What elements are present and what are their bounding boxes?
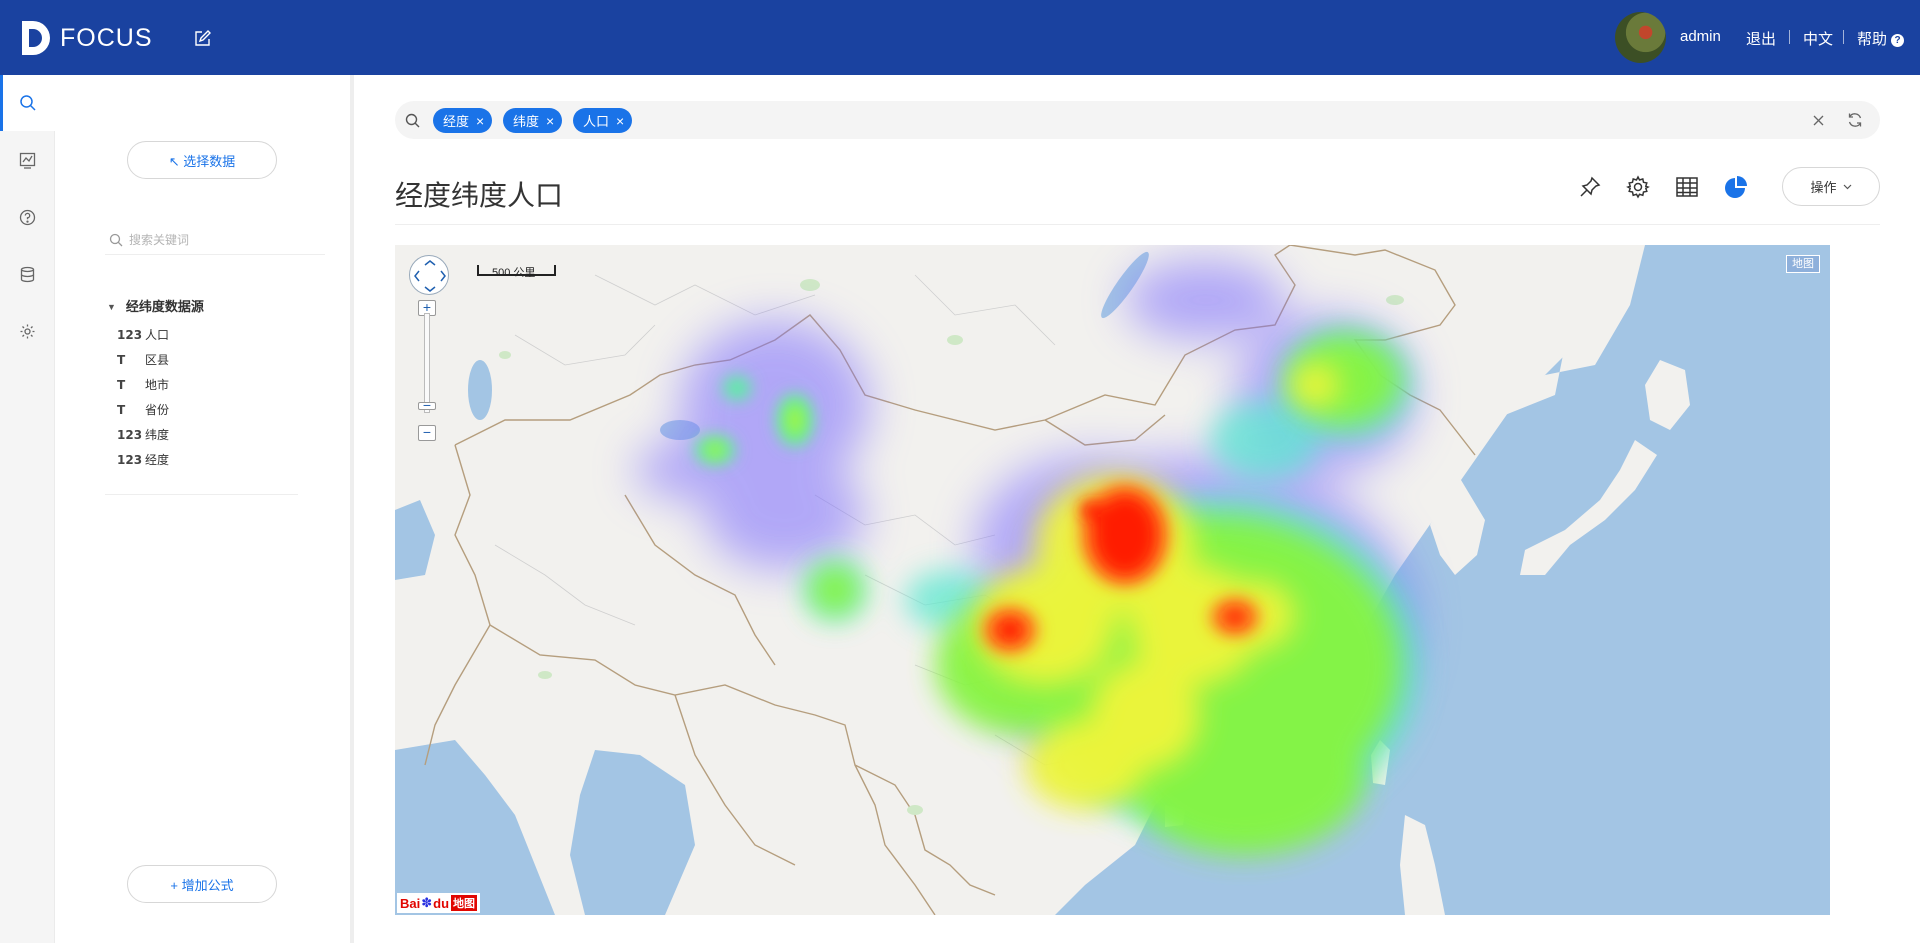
add-formula-button[interactable]: + 增加公式 [127, 865, 277, 903]
close-icon[interactable]: × [476, 113, 484, 129]
question-icon [19, 209, 36, 225]
edit-icon[interactable] [193, 30, 211, 48]
operations-label: 操作 [1810, 180, 1837, 195]
heat-map[interactable]: + − − 500 公里 地图 Bai ✽ du 地图 [395, 245, 1830, 915]
datasource-name: 经纬度数据源 [125, 299, 204, 314]
username[interactable]: admin [1680, 28, 1721, 45]
field-name: 地市 [145, 378, 170, 392]
scale-label: 500 公里 [492, 267, 536, 279]
help-label: 帮助 [1857, 31, 1888, 48]
chart-view-button[interactable] [1721, 172, 1751, 202]
separator [1789, 30, 1790, 44]
field-item[interactable]: T 地市 [117, 372, 169, 397]
search-icon [109, 233, 123, 247]
table-icon [1676, 177, 1698, 197]
field-list: 123 人口 T 区县 T 地市 T 省份 123 纬度 123 经度 [117, 322, 169, 472]
avatar[interactable] [1615, 12, 1666, 63]
field-item[interactable]: T 区县 [117, 347, 169, 372]
paw-icon: ✽ [421, 895, 433, 910]
pan-arrows-icon [414, 260, 446, 292]
zoom-slider-handle[interactable]: − [418, 398, 436, 412]
search-tag[interactable]: 经度 × [433, 108, 493, 133]
caret-down-icon: ▼ [107, 302, 116, 312]
top-bar: FOCUS admin 退出 中文 帮助? [0, 0, 1920, 75]
rail-dashboard[interactable] [0, 132, 55, 188]
operations-button[interactable]: 操作 [1782, 167, 1880, 206]
gear-icon [20, 324, 35, 338]
field-type: T [117, 377, 126, 392]
field-type: 123 [117, 427, 143, 442]
help-icon: ? [1891, 34, 1905, 47]
pin-button[interactable] [1575, 172, 1605, 202]
select-data-button[interactable]: ↖ 选择数据 [127, 141, 277, 179]
field-type: T [117, 402, 126, 417]
tag-label: 纬度 [513, 114, 540, 129]
chart-board-icon [19, 152, 36, 169]
rail-search[interactable] [0, 75, 55, 131]
field-type: T [117, 352, 126, 367]
pin-icon [1580, 176, 1601, 197]
field-name: 省份 [145, 403, 170, 417]
tag-label: 人口 [583, 114, 610, 129]
field-name: 区县 [145, 353, 170, 367]
icon-rail [0, 75, 55, 943]
search-tag[interactable]: 人口 × [573, 108, 633, 133]
logo[interactable]: FOCUS [20, 18, 153, 58]
clear-icon[interactable] [1813, 115, 1824, 126]
field-item[interactable]: 123 经度 [117, 447, 169, 472]
field-item[interactable]: T 省份 [117, 397, 169, 422]
search-icon [405, 113, 420, 128]
data-panel: ↖ 选择数据 ▼经纬度数据源 123人口 T区县 T地市 T省份 123纬度 1… [55, 75, 350, 943]
logo-text: FOCUS [60, 23, 153, 52]
logo-mark-icon [20, 19, 50, 57]
help-link[interactable]: 帮助? [1857, 28, 1905, 49]
logout-link[interactable]: 退出 [1746, 28, 1776, 49]
refresh-icon[interactable] [1847, 112, 1863, 128]
pan-control[interactable] [409, 255, 449, 295]
rail-help[interactable] [0, 189, 55, 245]
field-type: 123 [117, 452, 143, 467]
close-icon[interactable]: × [616, 113, 624, 129]
datasource-node[interactable]: ▼ 经纬度数据源 [107, 296, 204, 315]
field-name: 人口 [145, 328, 170, 342]
pie-chart-icon [1725, 176, 1747, 198]
separator [1843, 30, 1844, 44]
search-tag[interactable]: 纬度 × [503, 108, 563, 133]
divider [395, 224, 1880, 225]
tag-label: 经度 [443, 114, 470, 129]
chevron-down-icon [1843, 184, 1851, 189]
page-title: 经度纬度人口 [395, 180, 564, 211]
rail-settings[interactable] [0, 303, 55, 359]
rail-data[interactable] [0, 246, 55, 302]
zoom-out-button[interactable]: − [418, 425, 436, 441]
close-icon[interactable]: × [546, 113, 554, 129]
keyword-search-input[interactable] [129, 229, 309, 251]
field-name: 纬度 [145, 428, 170, 442]
database-icon [20, 266, 35, 282]
panel-divider [350, 75, 354, 943]
table-view-button[interactable] [1672, 172, 1702, 202]
baidu-logo: Bai ✽ du 地图 [397, 893, 481, 913]
field-type: 123 [117, 327, 143, 342]
map-canvas [395, 245, 1690, 915]
language-link[interactable]: 中文 [1803, 28, 1833, 49]
map-type-button[interactable]: 地图 [1786, 255, 1820, 273]
divider [105, 494, 298, 495]
settings-button[interactable] [1623, 172, 1653, 202]
field-name: 经度 [145, 453, 170, 467]
panel-search [105, 225, 325, 255]
field-item[interactable]: 123 纬度 [117, 422, 169, 447]
search-icon [19, 95, 36, 111]
gear-icon [1626, 175, 1650, 199]
field-item[interactable]: 123 人口 [117, 322, 169, 347]
search-bar[interactable]: 经度 × 纬度 × 人口 × [395, 101, 1880, 139]
